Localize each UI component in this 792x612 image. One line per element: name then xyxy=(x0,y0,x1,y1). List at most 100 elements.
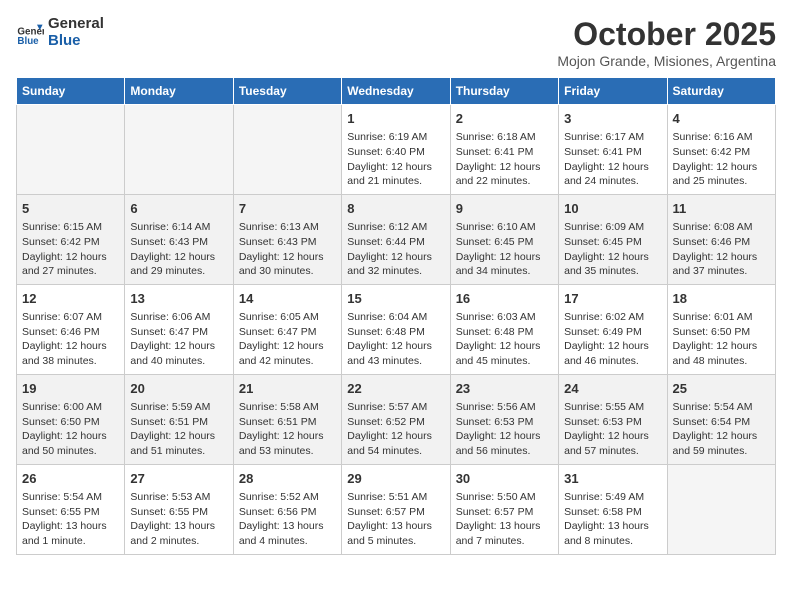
calendar-cell: 20Sunrise: 5:59 AMSunset: 6:51 PMDayligh… xyxy=(125,374,233,464)
day-info: Sunset: 6:45 PM xyxy=(456,235,553,250)
location-subtitle: Mojon Grande, Misiones, Argentina xyxy=(557,53,776,69)
calendar-cell: 2Sunrise: 6:18 AMSunset: 6:41 PMDaylight… xyxy=(450,105,558,195)
day-number: 29 xyxy=(347,470,444,488)
calendar-cell: 27Sunrise: 5:53 AMSunset: 6:55 PMDayligh… xyxy=(125,464,233,554)
calendar-cell xyxy=(667,464,775,554)
day-info: Sunrise: 6:05 AM xyxy=(239,310,336,325)
calendar-cell: 21Sunrise: 5:58 AMSunset: 6:51 PMDayligh… xyxy=(233,374,341,464)
day-info: Sunrise: 6:03 AM xyxy=(456,310,553,325)
calendar-cell: 9Sunrise: 6:10 AMSunset: 6:45 PMDaylight… xyxy=(450,194,558,284)
day-info: Sunrise: 6:14 AM xyxy=(130,220,227,235)
day-info: Sunrise: 5:51 AM xyxy=(347,490,444,505)
calendar-cell: 31Sunrise: 5:49 AMSunset: 6:58 PMDayligh… xyxy=(559,464,667,554)
day-number: 31 xyxy=(564,470,661,488)
day-info: Sunset: 6:53 PM xyxy=(564,415,661,430)
logo-blue: Blue xyxy=(48,33,104,50)
day-info: Sunset: 6:51 PM xyxy=(130,415,227,430)
calendar-cell: 22Sunrise: 5:57 AMSunset: 6:52 PMDayligh… xyxy=(342,374,450,464)
calendar-cell: 5Sunrise: 6:15 AMSunset: 6:42 PMDaylight… xyxy=(17,194,125,284)
calendar-cell: 14Sunrise: 6:05 AMSunset: 6:47 PMDayligh… xyxy=(233,284,341,374)
col-header-wednesday: Wednesday xyxy=(342,78,450,105)
day-info: Sunset: 6:57 PM xyxy=(347,505,444,520)
day-info: Sunset: 6:48 PM xyxy=(347,325,444,340)
day-info: Sunrise: 6:19 AM xyxy=(347,130,444,145)
day-info: Sunset: 6:45 PM xyxy=(564,235,661,250)
calendar-cell xyxy=(233,105,341,195)
day-info: Sunset: 6:55 PM xyxy=(22,505,119,520)
day-number: 3 xyxy=(564,110,661,128)
day-number: 22 xyxy=(347,380,444,398)
day-number: 8 xyxy=(347,200,444,218)
svg-text:Blue: Blue xyxy=(17,36,39,47)
day-info: Daylight: 12 hours and 35 minutes. xyxy=(564,250,661,279)
month-title: October 2025 xyxy=(557,16,776,53)
day-number: 9 xyxy=(456,200,553,218)
day-number: 16 xyxy=(456,290,553,308)
day-info: Sunset: 6:47 PM xyxy=(130,325,227,340)
calendar-cell: 17 Sunrise: 6:02 AMSunset: 6:49 PMDayligh… xyxy=(559,284,667,374)
col-header-monday: Monday xyxy=(125,78,233,105)
day-info: Sunset: 6:51 PM xyxy=(239,415,336,430)
page-header: General Blue General Blue October 2025 M… xyxy=(16,16,776,69)
calendar-week-row: 1Sunrise: 6:19 AMSunset: 6:40 PMDaylight… xyxy=(17,105,776,195)
day-info: Sunrise: 6:17 AM xyxy=(564,130,661,145)
day-info: Sunset: 6:49 PM xyxy=(564,325,661,340)
day-number: 12 xyxy=(22,290,119,308)
day-info: Sunset: 6:47 PM xyxy=(239,325,336,340)
logo: General Blue General Blue xyxy=(16,16,104,49)
day-number: 25 xyxy=(673,380,770,398)
calendar-cell: 30Sunrise: 5:50 AMSunset: 6:57 PMDayligh… xyxy=(450,464,558,554)
day-info: Daylight: 12 hours and 25 minutes. xyxy=(673,160,770,189)
day-info: Daylight: 12 hours and 54 minutes. xyxy=(347,429,444,458)
calendar-table: SundayMondayTuesdayWednesdayThursdayFrid… xyxy=(16,77,776,555)
calendar-cell: 11Sunrise: 6:08 AMSunset: 6:46 PMDayligh… xyxy=(667,194,775,284)
day-info: Sunset: 6:41 PM xyxy=(456,145,553,160)
day-info: Sunrise: 6:15 AM xyxy=(22,220,119,235)
day-info: Sunrise: 6:06 AM xyxy=(130,310,227,325)
day-number: 7 xyxy=(239,200,336,218)
day-info: Daylight: 12 hours and 59 minutes. xyxy=(673,429,770,458)
day-info: Daylight: 12 hours and 45 minutes. xyxy=(456,339,553,368)
day-info: Sunrise: 6:12 AM xyxy=(347,220,444,235)
day-info: Sunset: 6:43 PM xyxy=(130,235,227,250)
calendar-cell: 13Sunrise: 6:06 AMSunset: 6:47 PMDayligh… xyxy=(125,284,233,374)
day-number: 26 xyxy=(22,470,119,488)
day-info: Sunrise: 6:09 AM xyxy=(564,220,661,235)
day-number: 4 xyxy=(673,110,770,128)
day-info: Sunrise: 6:01 AM xyxy=(673,310,770,325)
day-info: Sunset: 6:41 PM xyxy=(564,145,661,160)
day-info: Sunset: 6:48 PM xyxy=(456,325,553,340)
day-number: 2 xyxy=(456,110,553,128)
col-header-tuesday: Tuesday xyxy=(233,78,341,105)
calendar-cell: 6Sunrise: 6:14 AMSunset: 6:43 PMDaylight… xyxy=(125,194,233,284)
day-number: 10 xyxy=(564,200,661,218)
day-info: Daylight: 12 hours and 46 minutes. xyxy=(564,339,661,368)
day-info: Daylight: 12 hours and 38 minutes. xyxy=(22,339,119,368)
day-info: Sunrise: 5:52 AM xyxy=(239,490,336,505)
col-header-thursday: Thursday xyxy=(450,78,558,105)
calendar-week-row: 5Sunrise: 6:15 AMSunset: 6:42 PMDaylight… xyxy=(17,194,776,284)
day-info: Sunrise: 6:07 AM xyxy=(22,310,119,325)
day-info: Daylight: 12 hours and 34 minutes. xyxy=(456,250,553,279)
calendar-cell: 29Sunrise: 5:51 AMSunset: 6:57 PMDayligh… xyxy=(342,464,450,554)
day-info: Sunrise: 6:16 AM xyxy=(673,130,770,145)
calendar-cell: 7Sunrise: 6:13 AMSunset: 6:43 PMDaylight… xyxy=(233,194,341,284)
day-info: Daylight: 13 hours and 2 minutes. xyxy=(130,519,227,548)
day-info: Daylight: 12 hours and 51 minutes. xyxy=(130,429,227,458)
day-info: Daylight: 13 hours and 7 minutes. xyxy=(456,519,553,548)
day-info: Daylight: 12 hours and 21 minutes. xyxy=(347,160,444,189)
day-info: Daylight: 12 hours and 57 minutes. xyxy=(564,429,661,458)
day-number: 17 xyxy=(564,290,661,308)
day-number: 27 xyxy=(130,470,227,488)
day-info: Daylight: 12 hours and 50 minutes. xyxy=(22,429,119,458)
day-info: Sunrise: 5:54 AM xyxy=(673,400,770,415)
day-number: 30 xyxy=(456,470,553,488)
day-number: 13 xyxy=(130,290,227,308)
col-header-friday: Friday xyxy=(559,78,667,105)
day-info: Sunset: 6:44 PM xyxy=(347,235,444,250)
day-info: Sunrise: 6:02 AM xyxy=(564,310,661,325)
calendar-cell: 3Sunrise: 6:17 AMSunset: 6:41 PMDaylight… xyxy=(559,105,667,195)
calendar-cell: 23Sunrise: 5:56 AMSunset: 6:53 PMDayligh… xyxy=(450,374,558,464)
calendar-header-row: SundayMondayTuesdayWednesdayThursdayFrid… xyxy=(17,78,776,105)
col-header-saturday: Saturday xyxy=(667,78,775,105)
